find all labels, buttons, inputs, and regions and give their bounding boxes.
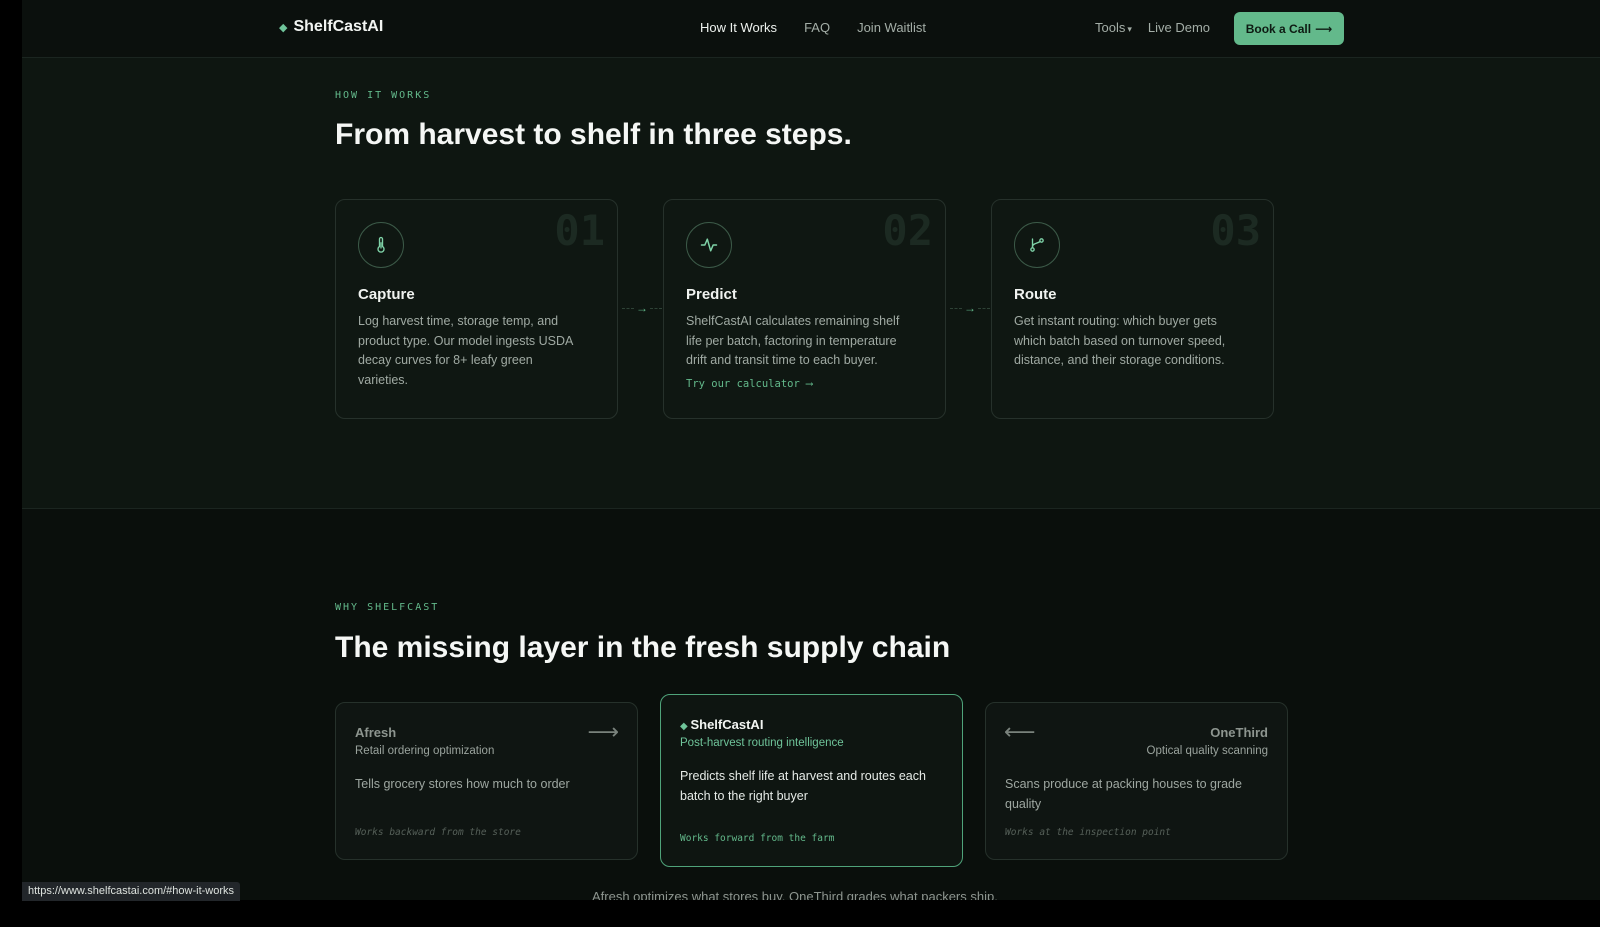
card-subtitle: Optical quality scanning <box>1146 745 1268 757</box>
step-card-predict: 02 Predict ShelfCastAI calculates remain… <box>663 199 946 419</box>
brand-name: ShelfCastAI <box>293 18 384 35</box>
comparison-summary: Afresh optimizes what stores buy. OneThi… <box>592 889 998 900</box>
card-footnote: Works backward from the store <box>355 827 521 838</box>
step-card-route: 03 Route Get instant routing: which buye… <box>991 199 1274 419</box>
step-title: Capture <box>358 286 415 303</box>
arrow-right-icon: → <box>636 301 648 315</box>
nav-link-faq[interactable]: FAQ <box>804 20 830 35</box>
cta-label: Book a Call <box>1245 21 1312 36</box>
step-card-capture: 01 Capture Log harvest time, storage tem… <box>335 199 618 419</box>
tools-menu[interactable]: Tools ▾ <box>1095 20 1132 35</box>
arrow-right-icon: → <box>964 301 976 315</box>
arrow-left-icon: ⟵ <box>1004 719 1036 744</box>
step-description: Get instant routing: which buyer gets wh… <box>1014 314 1226 367</box>
card-title: ◆ ShelfCastAI <box>680 717 763 732</box>
chevron-down-icon: ▾ <box>1127 24 1132 34</box>
nav-links: How It Works FAQ Join Waitlist <box>700 20 926 35</box>
how-eyebrow: HOW IT WORKS <box>335 90 432 101</box>
step-description: Log harvest time, storage temp, and prod… <box>358 314 573 387</box>
how-it-works-section: HOW IT WORKS From harvest to shelf in th… <box>22 58 1600 509</box>
nav-link-join-waitlist[interactable]: Join Waitlist <box>857 20 926 35</box>
book-a-call-button[interactable]: Book a Call ⟶ <box>1234 12 1344 45</box>
step-connector: → <box>622 301 662 315</box>
card-footnote: Works forward from the farm <box>680 833 835 844</box>
step-description: ShelfCastAI calculates remaining shelf l… <box>686 314 900 367</box>
nav-link-how-it-works[interactable]: How It Works <box>700 20 777 35</box>
step-connector: → <box>950 301 990 315</box>
nav-right: Tools ▾ Live Demo <box>1095 20 1210 35</box>
tools-label: Tools <box>1095 20 1126 35</box>
status-bar-url: https://www.shelfcastai.com/#how-it-work… <box>22 882 241 901</box>
card-title: OneThird <box>1210 725 1268 740</box>
pulse-icon <box>686 222 732 268</box>
step-number: 03 <box>1210 206 1261 255</box>
card-subtitle: Post-harvest routing intelligence <box>680 737 844 749</box>
window-bottom-edge <box>0 900 1600 927</box>
step-title: Route <box>1014 286 1057 303</box>
card-title: Afresh <box>355 725 397 740</box>
step-title: Predict <box>686 286 737 303</box>
card-description: Predicts shelf life at harvest and route… <box>680 769 926 803</box>
arrow-right-icon: ⟶ <box>1315 21 1333 36</box>
calculator-link[interactable]: Try our calculator ⟶ <box>686 378 812 390</box>
window-left-edge <box>0 0 22 927</box>
step-number: 01 <box>554 206 605 255</box>
diamond-icon: ◆ <box>279 21 288 34</box>
competitor-card-onethird: OneThird Optical quality scanning ⟵ Scan… <box>985 702 1288 860</box>
top-nav: ◆ ShelfCastAI How It Works FAQ Join Wait… <box>22 0 1600 58</box>
why-shelfcast-section: WHY SHELFCAST The missing layer in the f… <box>22 509 1600 900</box>
how-title: From harvest to shelf in three steps. <box>335 118 852 151</box>
card-title-text: ShelfCastAI <box>690 717 764 732</box>
competitor-card-shelfcastai: ◆ ShelfCastAI Post-harvest routing intel… <box>660 694 963 867</box>
card-footnote: Works at the inspection point <box>1005 827 1171 838</box>
step-number: 02 <box>882 206 933 255</box>
card-description: Tells grocery stores how much to order <box>355 777 570 791</box>
nav-link-live-demo[interactable]: Live Demo <box>1148 20 1210 35</box>
thermometer-icon <box>358 222 404 268</box>
brand-logo[interactable]: ◆ ShelfCastAI <box>279 18 383 36</box>
route-branch-icon <box>1014 222 1060 268</box>
arrow-right-icon: ⟶ <box>587 719 619 744</box>
card-subtitle: Retail ordering optimization <box>355 745 495 757</box>
why-eyebrow: WHY SHELFCAST <box>335 602 440 613</box>
diamond-icon: ◆ <box>680 721 691 732</box>
card-description: Scans produce at packing houses to grade… <box>1005 777 1242 811</box>
page-viewport: ◆ ShelfCastAI How It Works FAQ Join Wait… <box>22 0 1600 900</box>
why-title: The missing layer in the fresh supply ch… <box>335 631 951 664</box>
competitor-card-afresh: Afresh Retail ordering optimization ⟶ Te… <box>335 702 638 860</box>
